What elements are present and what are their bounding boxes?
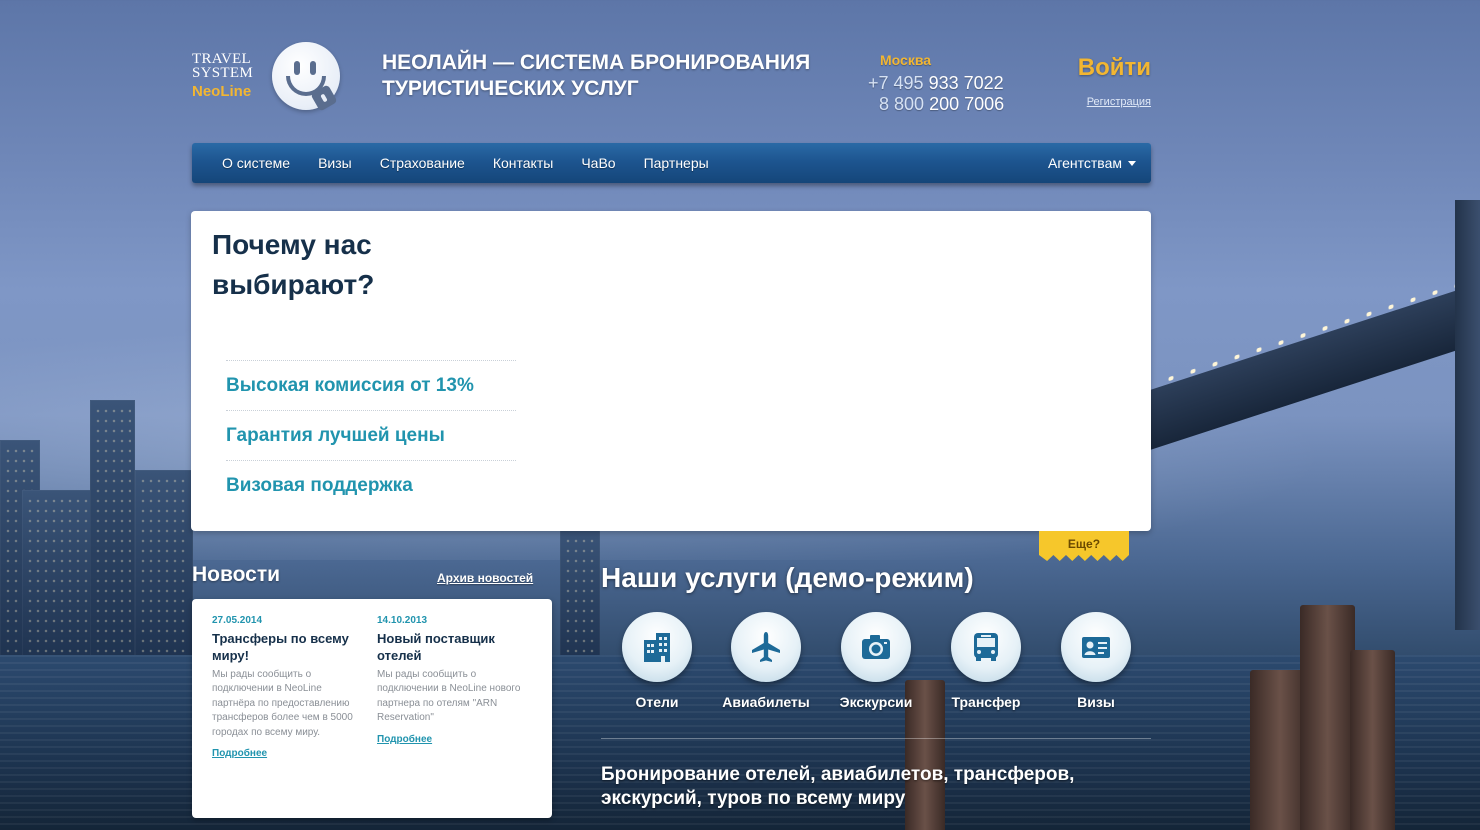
news-box: 27.05.2014 Трансферы по всему миру! Мы р… xyxy=(192,599,552,818)
page-headline: НЕОЛАЙН — СИСТЕМА БРОНИРОВАНИЯ ТУРИСТИЧЕ… xyxy=(382,51,811,100)
background-building xyxy=(135,470,193,660)
background-pier xyxy=(1350,650,1395,830)
service-hotels[interactable]: Отели xyxy=(607,612,707,710)
why-item[interactable]: Визовая поддержка xyxy=(226,460,516,510)
background-building xyxy=(0,440,40,660)
phone-prefix: 8 800 xyxy=(879,94,925,114)
phone-number: 8 800 200 7006 xyxy=(879,94,1004,115)
background-pier xyxy=(1250,670,1310,830)
service-excursions[interactable]: Экскурсии xyxy=(826,612,926,710)
phone-digits: 200 7006 xyxy=(929,94,1005,114)
services-divider xyxy=(601,738,1151,739)
nav-dropdown-agencies[interactable]: Агентствам xyxy=(1048,155,1136,171)
news-more-link[interactable]: Подробнее xyxy=(377,734,432,745)
nav-item-about[interactable]: О системе xyxy=(208,155,304,171)
logo-line-travel: TRAVEL xyxy=(192,51,252,67)
smiley-eye xyxy=(294,61,300,75)
nav-item-faq[interactable]: ЧаВо xyxy=(567,155,629,171)
services-description: Бронирование отелей, авиабилетов, трансф… xyxy=(601,764,1075,809)
camera-icon xyxy=(862,635,890,659)
caret-down-icon xyxy=(1128,160,1136,166)
service-label: Авиабилеты xyxy=(722,694,810,710)
phone-number: +7 495 933 7022 xyxy=(868,73,1004,94)
phone-digits: 933 7022 xyxy=(928,73,1004,93)
why-list: Высокая комиссия от 13% Гарантия лучшей … xyxy=(226,360,516,510)
service-label: Отели xyxy=(635,694,679,710)
why-panel: Почему нас выбирают? Высокая комиссия от… xyxy=(191,211,1151,531)
background-bridge xyxy=(1150,273,1480,450)
nav-item-insurance[interactable]: Страхование xyxy=(366,155,479,171)
main-nav: О системе Визы Страхование Контакты ЧаВо… xyxy=(192,143,1151,183)
service-label: Визы xyxy=(1077,694,1115,710)
news-item: 27.05.2014 Трансферы по всему миру! Мы р… xyxy=(212,615,364,761)
news-date: 27.05.2014 xyxy=(212,615,263,626)
service-icon-circle xyxy=(841,612,911,682)
smiley-lock-icon[interactable] xyxy=(272,42,340,112)
service-icon-circle xyxy=(1061,612,1131,682)
service-visas[interactable]: Визы xyxy=(1046,612,1146,710)
nav-item-partners[interactable]: Партнеры xyxy=(630,155,723,171)
why-item[interactable]: Высокая комиссия от 13% xyxy=(226,360,516,410)
service-flights[interactable]: Авиабилеты xyxy=(716,612,816,710)
hotel-icon xyxy=(644,633,670,662)
background-building xyxy=(560,530,600,660)
service-label: Экскурсии xyxy=(839,694,913,710)
news-text: Мы рады сообщить о подключении в NeoLine… xyxy=(212,669,353,738)
news-text: Мы рады сообщить о подключении в NeoLine… xyxy=(377,669,521,724)
services-title: Наши услуги (демо-режим) xyxy=(601,562,974,593)
service-transfer[interactable]: Трансфер xyxy=(936,612,1036,710)
nav-item-contacts[interactable]: Контакты xyxy=(479,155,567,171)
news-headline[interactable]: Трансферы по всему миру! xyxy=(212,630,364,664)
background-bridge-lights xyxy=(1160,272,1480,384)
why-item[interactable]: Гарантия лучшей цены xyxy=(226,410,516,460)
bus-icon xyxy=(974,633,998,661)
nav-item-visas[interactable]: Визы xyxy=(304,155,366,171)
background-bridge-tower xyxy=(1455,200,1480,630)
airplane-icon xyxy=(752,632,780,662)
register-link[interactable]: Регистрация xyxy=(1087,96,1151,108)
visa-card-icon xyxy=(1082,637,1110,658)
more-tab-button[interactable]: Еще? xyxy=(1039,531,1129,561)
login-link[interactable]: Войти xyxy=(1078,54,1151,82)
service-icon-circle xyxy=(951,612,1021,682)
background-building xyxy=(22,490,92,660)
news-item: 14.10.2013 Новый поставщик отелей Мы рад… xyxy=(377,615,529,747)
service-icon-circle xyxy=(622,612,692,682)
news-archive-link[interactable]: Архив новостей xyxy=(437,571,533,585)
why-title: Почему нас выбирают? xyxy=(212,229,375,300)
news-more-link[interactable]: Подробнее xyxy=(212,748,267,759)
logo[interactable]: TRAVEL SYSTEM NeoLine xyxy=(192,51,253,100)
logo-line-system: SYSTEM xyxy=(192,65,253,81)
phone-prefix: +7 495 xyxy=(868,73,924,93)
news-title: Новости xyxy=(192,563,281,586)
logo-line-neoline: NeoLine xyxy=(192,83,252,100)
city-label: Москва xyxy=(880,52,932,68)
smiley-eye xyxy=(310,61,316,75)
background-building xyxy=(90,400,135,660)
service-label: Трансфер xyxy=(951,694,1021,710)
service-icon-circle xyxy=(731,612,801,682)
background-pier xyxy=(1300,605,1355,830)
nav-dropdown-label: Агентствам xyxy=(1047,155,1122,171)
news-date: 14.10.2013 xyxy=(377,615,428,626)
news-headline[interactable]: Новый поставщик отелей xyxy=(377,630,529,664)
